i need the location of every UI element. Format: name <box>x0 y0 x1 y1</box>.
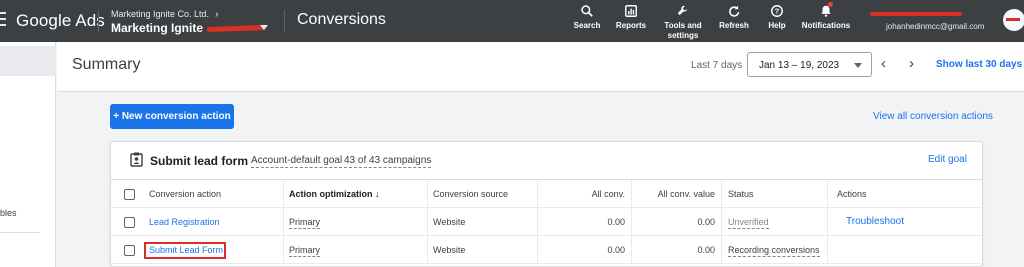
column-header-conversion-action[interactable]: Conversion action <box>149 180 221 207</box>
chevron-left-icon[interactable]: ‹ <box>881 56 886 71</box>
all-conv-value-value: 0.00 <box>697 217 715 227</box>
search-button[interactable]: Search <box>572 4 602 31</box>
account-parent[interactable]: Marketing Ignite Co. Ltd. › <box>111 9 218 20</box>
sort-arrow-down-icon: ↓ <box>375 189 380 199</box>
help-label: Help <box>768 21 786 30</box>
topbar-divider <box>284 10 285 32</box>
goal-title: Submit lead form <box>150 154 249 168</box>
all-conv-value-value: 0.00 <box>697 245 715 255</box>
notifications-label: Notifications <box>801 21 851 30</box>
tools-settings-button[interactable]: Tools and settings <box>660 4 706 41</box>
reports-label: Reports <box>615 21 647 30</box>
avatar[interactable] <box>1003 9 1024 31</box>
nav-divider <box>0 232 40 233</box>
all-conv-value: 0.00 <box>607 245 625 255</box>
topbar-divider <box>98 10 99 32</box>
user-email[interactable]: johanhedinmcc@gmail.com <box>886 22 984 31</box>
nav-item-label[interactable]: bles <box>0 208 17 218</box>
redaction-mark <box>870 12 962 16</box>
redaction-mark <box>206 25 266 33</box>
summary-header: Summary Last 7 days Jan 13 – 19, 2023 ‹ … <box>57 42 1024 92</box>
row-checkbox[interactable] <box>124 217 135 228</box>
help-icon: ? <box>771 5 783 17</box>
column-header-action-optimization[interactable]: Action optimization ↓ <box>289 180 380 207</box>
table-row: Lead Registration Primary Website 0.00 0… <box>111 208 982 236</box>
refresh-label: Refresh <box>719 21 749 30</box>
column-header-label: Action optimization <box>289 189 373 199</box>
dropdown-arrow-icon <box>854 63 862 68</box>
column-header-status[interactable]: Status <box>728 180 754 207</box>
status-badge[interactable]: Recording conversions <box>728 244 820 257</box>
refresh-icon <box>729 5 740 17</box>
show-last-30-days-link[interactable]: Show last 30 days <box>936 59 1022 70</box>
date-range-label: Last 7 days <box>691 60 743 71</box>
table-row: Submit Lead Form Primary Website 0.00 0.… <box>111 236 982 264</box>
goal-campaigns[interactable]: 43 of 43 campaigns <box>344 155 432 168</box>
view-all-conversion-actions-link[interactable]: View all conversion actions <box>873 111 993 122</box>
account-switcher[interactable]: Marketing Ignite <box>111 21 266 35</box>
reports-icon <box>625 5 637 17</box>
conversion-source-value: Website <box>433 217 466 227</box>
account-parent-label: Marketing Ignite Co. Ltd. <box>111 9 210 19</box>
column-header-actions: Actions <box>837 189 867 199</box>
left-navigation: bles <box>0 42 56 267</box>
notifications-button[interactable]: Notifications <box>800 4 852 31</box>
table-header-row: Conversion action Action optimization ↓ … <box>111 180 982 208</box>
nav-item-selected[interactable] <box>0 46 56 76</box>
top-app-bar: Google Ads Marketing Ignite Co. Ltd. › Ma… <box>0 0 1024 42</box>
edit-goal-button[interactable]: Edit goal <box>928 154 967 165</box>
all-conv-value: 0.00 <box>607 217 625 227</box>
conversion-action-link[interactable]: Submit Lead Form <box>149 236 223 263</box>
google-ads-logo[interactable]: Google Ads <box>16 11 105 31</box>
page-title: Summary <box>72 56 141 73</box>
page-name: Conversions <box>297 11 386 28</box>
row-checkbox[interactable] <box>124 245 135 256</box>
optimization-value[interactable]: Primary <box>289 216 320 229</box>
contact-form-icon <box>130 152 143 167</box>
column-header-conversion-source[interactable]: Conversion source <box>433 180 508 207</box>
goal-card: Submit lead form Account-default goal 43… <box>110 141 983 267</box>
conversion-action-link[interactable]: Lead Registration <box>149 208 220 235</box>
goal-card-header: Submit lead form Account-default goal 43… <box>111 142 982 180</box>
date-range-value: Jan 13 – 19, 2023 <box>759 60 840 71</box>
conversion-source-value: Website <box>433 245 466 255</box>
new-conversion-action-button[interactable]: + New conversion action <box>110 104 234 129</box>
svg-text:?: ? <box>775 7 780 16</box>
date-range-picker[interactable]: Jan 13 – 19, 2023 <box>747 52 872 77</box>
reports-button[interactable]: Reports <box>614 4 648 31</box>
help-button[interactable]: ? Help <box>762 4 792 31</box>
optimization-value[interactable]: Primary <box>289 244 320 257</box>
notification-badge <box>828 2 833 7</box>
refresh-button[interactable]: Refresh <box>717 4 751 31</box>
search-label: Search <box>573 21 601 30</box>
wrench-icon <box>677 5 688 16</box>
account-dropdown-icon[interactable] <box>260 25 268 30</box>
troubleshoot-button[interactable]: Troubleshoot <box>846 208 904 235</box>
column-header-all-conv[interactable]: All conv. <box>537 180 625 207</box>
goal-type[interactable]: Account-default goal <box>251 155 343 168</box>
select-all-checkbox[interactable] <box>124 189 135 200</box>
status-badge[interactable]: Unverified <box>728 216 769 229</box>
chevron-right-icon[interactable]: › <box>909 56 914 71</box>
account-name: Marketing Ignite <box>111 21 204 35</box>
menu-icon[interactable] <box>0 8 6 34</box>
column-header-all-conv-value[interactable]: All conv. value <box>631 180 715 207</box>
search-icon <box>581 5 593 17</box>
chevron-right-icon: › <box>215 9 219 20</box>
tools-settings-label: Tools and settings <box>664 21 702 40</box>
